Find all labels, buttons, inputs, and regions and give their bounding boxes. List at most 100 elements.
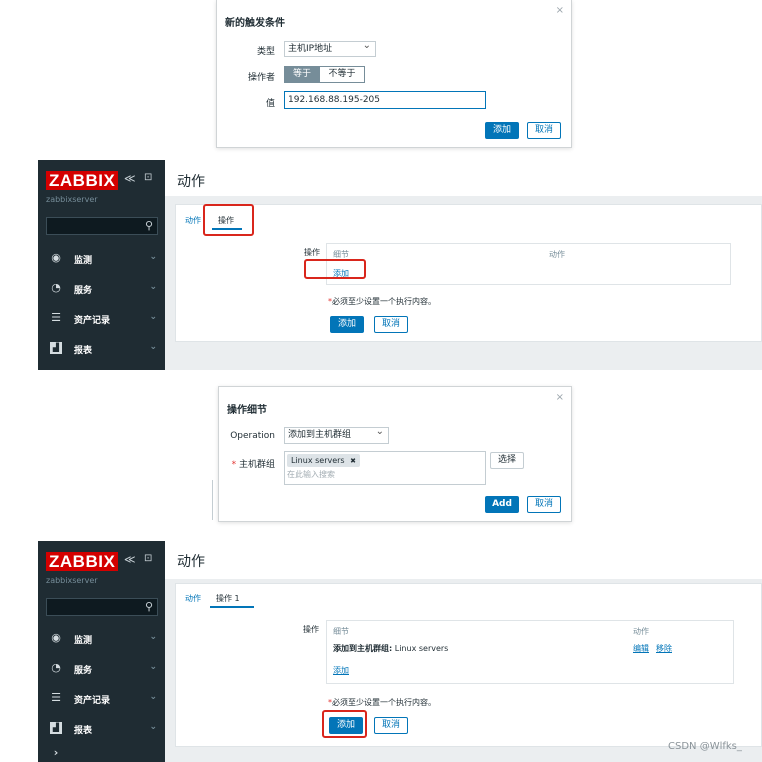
close-icon[interactable]: × bbox=[556, 392, 564, 403]
tab-action[interactable]: 动作 bbox=[185, 593, 201, 604]
main-header-area bbox=[165, 160, 762, 196]
chevron-down-icon: ⌄ bbox=[149, 252, 157, 262]
chevron-down-icon: ⌄ bbox=[149, 662, 157, 672]
zabbix-logo[interactable]: ZABBIX bbox=[46, 552, 119, 571]
dialog-title: 操作细节 bbox=[227, 405, 267, 416]
value-input-text: 192.168.88.195-205 bbox=[288, 95, 380, 105]
close-icon[interactable]: × bbox=[556, 5, 564, 16]
sidebar-search-input[interactable]: ⚲ bbox=[46, 217, 158, 235]
collapse-sidebar-icon[interactable]: ≪ bbox=[124, 172, 136, 185]
operation-details-dialog: 操作细节 × Operation 添加到主机群组 * 主机群组 Linux se… bbox=[218, 386, 572, 522]
add-button[interactable]: Add bbox=[485, 496, 519, 513]
kiosk-mode-icon[interactable]: ⊡ bbox=[144, 553, 152, 564]
add-operation-link[interactable]: 添加 bbox=[333, 268, 349, 279]
menu-item-inventory[interactable]: ☰ 资产记录 ⌄ bbox=[38, 304, 165, 334]
cancel-button[interactable]: 取消 bbox=[527, 496, 561, 513]
cancel-button[interactable]: 取消 bbox=[374, 316, 408, 333]
action-form-panel: 动作 操作 1 操作 细节 动作 添加到主机群组: Linux servers … bbox=[175, 583, 762, 747]
value-input[interactable]: 192.168.88.195-205 bbox=[284, 91, 486, 109]
tab-operations[interactable]: 操作 1 bbox=[216, 593, 240, 604]
chart-icon: ▟ bbox=[50, 722, 62, 734]
eye-icon: ◉ bbox=[51, 631, 61, 644]
kiosk-mode-icon[interactable]: ⊡ bbox=[144, 172, 152, 183]
clock-icon: ◔ bbox=[51, 281, 61, 294]
tab-operations[interactable]: 操作 bbox=[218, 215, 234, 226]
menu-item-monitoring[interactable]: ◉ 监测 ⌄ bbox=[38, 244, 165, 274]
type-select-value: 主机IP地址 bbox=[288, 44, 333, 54]
chart-icon: ▟ bbox=[50, 342, 62, 354]
required-note: *必须至少设置一个执行内容。 bbox=[328, 297, 436, 306]
operation-label: Operation bbox=[230, 431, 275, 441]
page-title: 动作 bbox=[177, 174, 205, 190]
action-form-panel: 动作 操作 操作 细节 动作 添加 *必须至少设置一个执行内容。 添加 取消 bbox=[175, 204, 762, 342]
search-icon: ⚲ bbox=[144, 600, 153, 613]
chevron-down-icon: ⌄ bbox=[149, 722, 157, 732]
cancel-button[interactable]: 取消 bbox=[527, 122, 561, 139]
add-button[interactable]: 添加 bbox=[329, 717, 363, 734]
page-title: 动作 bbox=[177, 554, 205, 570]
watermark: CSDN @Wlfks_ bbox=[668, 741, 742, 752]
menu-item-inventory[interactable]: ☰ 资产记录 ⌄ bbox=[38, 684, 165, 714]
operations-label: 操作 bbox=[304, 248, 320, 257]
eye-icon: ◉ bbox=[51, 251, 61, 264]
main-content-area: 动作 操作 1 操作 细节 动作 添加到主机群组: Linux servers … bbox=[165, 579, 762, 762]
collapse-sidebar-icon[interactable]: ≪ bbox=[124, 553, 136, 566]
operations-table: 细节 动作 添加到主机群组: Linux servers 编辑 移除 添加 bbox=[326, 620, 734, 684]
remove-tag-icon[interactable]: ✖ bbox=[350, 457, 356, 465]
menu-item-more[interactable]: › bbox=[38, 745, 165, 762]
operator-equals-button[interactable]: 等于 bbox=[284, 66, 320, 83]
hostgroup-label: * 主机群组 bbox=[231, 460, 275, 470]
search-icon: ⚲ bbox=[144, 219, 153, 232]
cancel-button[interactable]: 取消 bbox=[374, 717, 408, 734]
dialog-title: 新的触发条件 bbox=[225, 18, 285, 29]
column-details: 细节 bbox=[333, 250, 349, 259]
tab-action[interactable]: 动作 bbox=[185, 215, 201, 226]
column-action: 动作 bbox=[633, 627, 649, 636]
menu-item-reports[interactable]: ▟ 报表 ⌄ bbox=[38, 714, 165, 744]
menu-item-reports[interactable]: ▟ 报表 ⌄ bbox=[38, 334, 165, 364]
operations-label: 操作 bbox=[303, 625, 319, 634]
zabbix-logo[interactable]: ZABBIX bbox=[46, 171, 119, 190]
hostgroup-multiselect[interactable]: Linux servers ✖ 在此输入搜索 bbox=[284, 451, 486, 485]
active-tab-indicator bbox=[210, 606, 254, 608]
server-name: zabbixserver bbox=[46, 576, 98, 585]
server-name: zabbixserver bbox=[46, 195, 98, 204]
chevron-down-icon: ⌄ bbox=[149, 312, 157, 322]
select-button[interactable]: 选择 bbox=[490, 452, 524, 469]
operation-select-value: 添加到主机群组 bbox=[288, 430, 352, 440]
active-tab-indicator bbox=[212, 228, 242, 230]
value-label: 值 bbox=[265, 99, 275, 109]
main-header-area bbox=[165, 541, 762, 579]
add-operation-link[interactable]: 添加 bbox=[333, 665, 349, 676]
add-button[interactable]: 添加 bbox=[485, 122, 519, 139]
menu-item-services[interactable]: ◔ 服务 ⌄ bbox=[38, 274, 165, 304]
column-action: 动作 bbox=[549, 250, 565, 259]
operation-row-detail: 添加到主机群组: Linux servers bbox=[333, 644, 449, 653]
operation-select[interactable]: 添加到主机群组 bbox=[284, 427, 389, 444]
column-details: 细节 bbox=[333, 627, 349, 636]
list-icon: ☰ bbox=[51, 311, 61, 324]
sidebar: ZABBIX ≪ ⊡ zabbixserver ⚲ ◉ 监测 ⌄ ◔ 服务 ⌄ … bbox=[38, 160, 165, 370]
required-note: *必须至少设置一个执行内容。 bbox=[328, 698, 436, 707]
hostgroup-tag: Linux servers ✖ bbox=[287, 454, 361, 467]
chevron-down-icon: ⌄ bbox=[149, 282, 157, 292]
chevron-down-icon: ⌄ bbox=[149, 342, 157, 352]
main-content-area: 动作 操作 操作 细节 动作 添加 *必须至少设置一个执行内容。 添加 取消 bbox=[165, 196, 762, 370]
type-select[interactable]: 主机IP地址 bbox=[284, 41, 376, 57]
hostgroup-search-input[interactable]: 在此输入搜索 bbox=[287, 469, 477, 481]
operator-label: 操作者 bbox=[247, 73, 275, 83]
sidebar: ZABBIX ≪ ⊡ zabbixserver ⚲ ◉ 监测 ⌄ ◔ 服务 ⌄ … bbox=[38, 541, 165, 762]
edit-operation-link[interactable]: 编辑 bbox=[633, 643, 649, 654]
chevron-right-icon: › bbox=[53, 746, 59, 759]
menu-item-services[interactable]: ◔ 服务 ⌄ bbox=[38, 654, 165, 684]
menu-item-monitoring[interactable]: ◉ 监测 ⌄ bbox=[38, 624, 165, 654]
new-condition-dialog: 新的触发条件 × 类型 主机IP地址 操作者 等于 不等于 值 192.168.… bbox=[216, 0, 572, 148]
operator-not-equals-button[interactable]: 不等于 bbox=[319, 66, 365, 83]
add-button[interactable]: 添加 bbox=[330, 316, 364, 333]
type-label: 类型 bbox=[256, 47, 275, 57]
list-icon: ☰ bbox=[51, 691, 61, 704]
remove-operation-link[interactable]: 移除 bbox=[656, 643, 672, 654]
chevron-down-icon: ⌄ bbox=[149, 632, 157, 642]
sidebar-search-input[interactable]: ⚲ bbox=[46, 598, 158, 616]
chevron-down-icon: ⌄ bbox=[149, 692, 157, 702]
